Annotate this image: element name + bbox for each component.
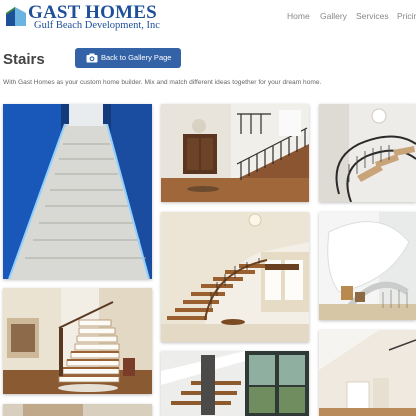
gallery-image: [161, 351, 309, 416]
stairs-photo-modern-glass-wall[interactable]: [161, 351, 309, 416]
stairs-photo-partial-left[interactable]: [3, 404, 152, 416]
stairs-photo-spiral-dark[interactable]: [319, 104, 416, 202]
gallery-image: [319, 330, 416, 416]
camera-icon: [86, 53, 98, 63]
nav-services[interactable]: Services: [356, 11, 389, 21]
back-to-gallery-button[interactable]: Back to Gallery Page: [75, 48, 181, 68]
gallery-image: [319, 104, 416, 202]
stairs-photo-curved-wood-iron[interactable]: [161, 212, 309, 342]
gallery-image: [3, 404, 152, 416]
stairs-photo-foyer-iron-railing[interactable]: [161, 104, 309, 202]
stairs-photo-tall-white-room[interactable]: [319, 330, 416, 416]
stairs-photo-wood-white-open[interactable]: [3, 288, 152, 394]
main-nav: Home Gallery Services Pricing: [0, 11, 416, 25]
intro-text: With Gast Homes as your custom home buil…: [3, 79, 322, 86]
nav-home[interactable]: Home: [287, 11, 310, 21]
gallery-image: [319, 212, 416, 320]
stairs-photo-white-spiral[interactable]: [319, 212, 416, 320]
stairs-photo-blue-lit-staircase[interactable]: [3, 104, 152, 279]
gallery-image: [3, 104, 152, 279]
gallery-image: [3, 288, 152, 394]
site-header: GAST HOMES Gulf Beach Development, Inc H…: [0, 0, 416, 34]
gallery-image: [161, 104, 309, 202]
nav-gallery[interactable]: Gallery: [320, 11, 347, 21]
gallery-image: [161, 212, 309, 342]
page-title: Stairs: [3, 51, 45, 68]
back-to-gallery-label: Back to Gallery Page: [101, 53, 172, 62]
nav-pricing[interactable]: Pricing: [397, 11, 416, 21]
